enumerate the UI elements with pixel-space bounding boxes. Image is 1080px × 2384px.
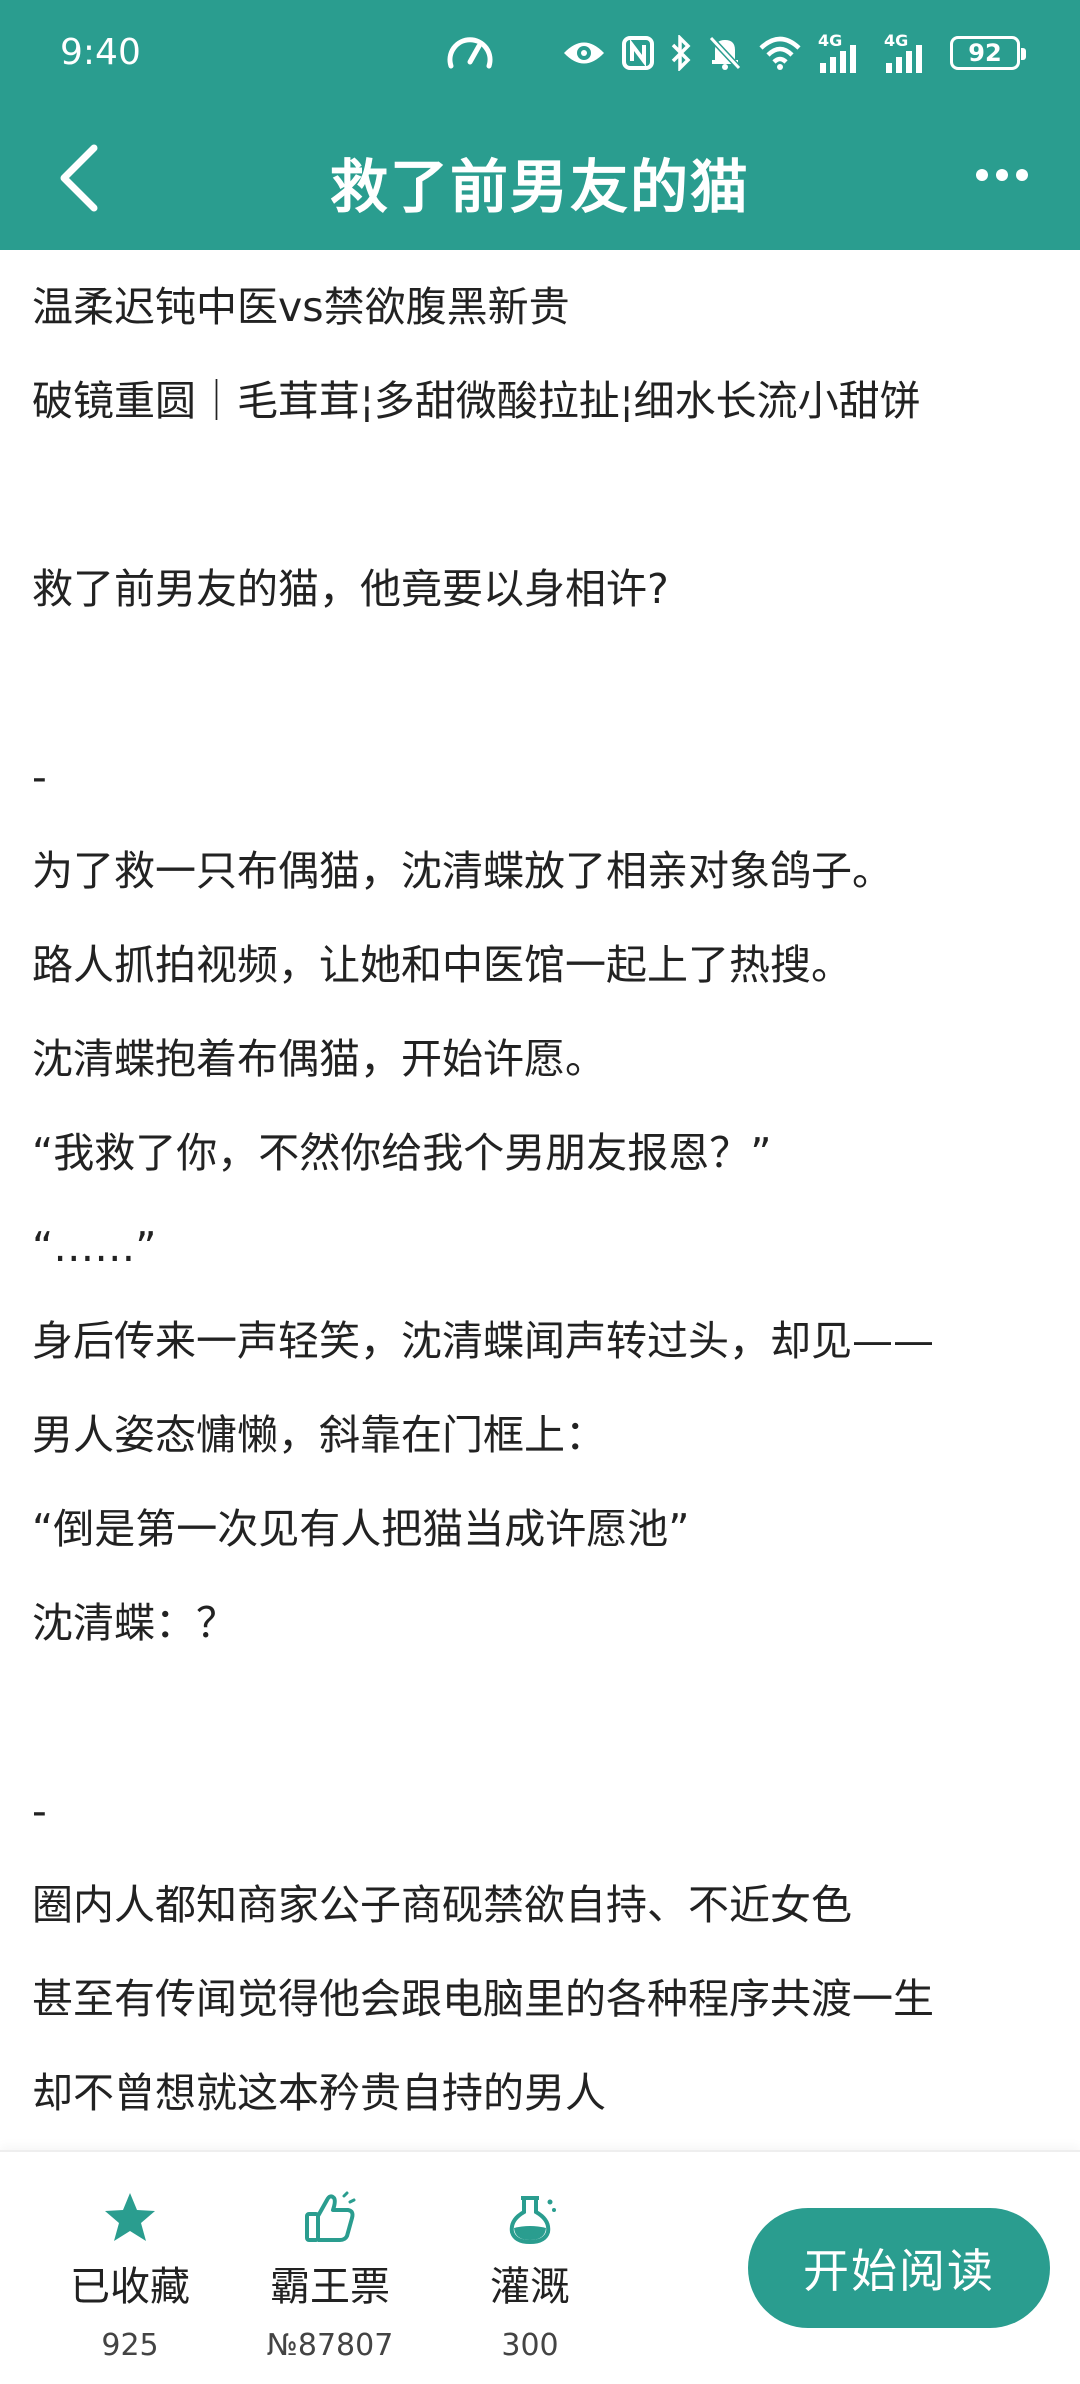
synopsis-line: “我救了你，不然你给我个男朋友报恩？” — [32, 1129, 772, 1177]
synopsis-line: 路人抓拍视频，让她和中医馆一起上了热搜。 — [32, 941, 852, 989]
ticket-label: 霸王票 — [270, 2264, 390, 2310]
start-reading-button[interactable]: 开始阅读 — [748, 2208, 1050, 2328]
synopsis-line: 沈清蝶抱着布偶猫，开始许愿。 — [32, 1035, 606, 1083]
synopsis-line: 甚至有传闻觉得他会跟电脑里的各种程序共渡一生 — [32, 1975, 934, 2023]
status-time: 9:40 — [60, 32, 141, 73]
page-title: 救了前男友的猫 — [329, 153, 750, 221]
synopsis-line: 为了救一只布偶猫，沈清蝶放了相亲对象鸽子。 — [32, 847, 893, 895]
signal-icon: 4G — [818, 31, 868, 73]
synopsis-line: 却不曾想就这本矜贵自持的男人 — [32, 2069, 606, 2117]
favorite-count: 925 — [101, 2328, 159, 2363]
water-label: 灌溉 — [490, 2264, 570, 2310]
synopsis-line — [32, 636, 1052, 730]
wifi-icon — [759, 36, 801, 70]
eye-icon — [564, 42, 604, 64]
synopsis-line — [32, 1670, 1052, 1764]
water-count: 300 — [501, 2328, 559, 2363]
synopsis-line: - — [32, 753, 47, 801]
signal-icon: 4G — [884, 31, 934, 73]
book-synopsis: 温柔迟钝中医vs禁欲腹黑新贵 破镜重圆｜毛茸茸¦多甜微酸拉扯¦细水长流小甜饼 救… — [32, 260, 1052, 2140]
water-button[interactable]: 灌溉 300 — [430, 2190, 630, 2363]
favorite-label: 已收藏 — [70, 2264, 190, 2310]
nfc-icon — [622, 36, 654, 70]
ticket-button[interactable]: 霸王票 №87807 — [230, 2190, 430, 2363]
synopsis-line: “……” — [32, 1223, 157, 1271]
synopsis-line: 身后传来一声轻笑，沈清蝶闻声转过头，却见—— — [32, 1317, 934, 1365]
battery-icon: 92 — [950, 36, 1026, 70]
bluetooth-icon — [671, 35, 691, 71]
bottom-action-bar: 已收藏 925 霸王票 №87807 灌溉 300 开始阅读 — [0, 2150, 1080, 2384]
synopsis-line: 圈内人都知商家公子商砚禁欲自持、不近女色 — [32, 1881, 852, 1929]
synopsis-line: - — [32, 1787, 47, 1835]
ticket-count: №87807 — [266, 2328, 394, 2363]
favorite-button[interactable]: 已收藏 925 — [30, 2190, 230, 2363]
synopsis-line: 沈清蝶：？ — [32, 1599, 237, 1647]
battery-level: 92 — [968, 39, 1002, 67]
mute-bell-icon — [708, 35, 742, 71]
synopsis-line — [32, 448, 1052, 542]
speedometer-icon — [447, 37, 493, 69]
status-icons: 4G 4G 92 — [562, 28, 1026, 78]
synopsis-line: 温柔迟钝中医vs禁欲腹黑新贵 — [32, 283, 570, 331]
synopsis-line: 破镜重圆｜毛茸茸¦多甜微酸拉扯¦细水长流小甜饼 — [32, 377, 921, 425]
top-app-bar: 9:40 4G 4G 92 救了前男友的猫 — [0, 0, 1080, 250]
synopsis-line: 救了前男友的猫，他竟要以身相许? — [32, 565, 669, 613]
more-horizontal-icon[interactable] — [974, 160, 1030, 190]
thumbs-up-icon — [305, 2191, 356, 2242]
synopsis-line: 男人姿态慵懒，斜靠在门框上： — [32, 1411, 606, 1459]
star-icon — [105, 2193, 155, 2241]
synopsis-line: “倒是第一次见有人把猫当成许愿池” — [32, 1505, 690, 1553]
watering-flask-icon — [509, 2196, 556, 2245]
